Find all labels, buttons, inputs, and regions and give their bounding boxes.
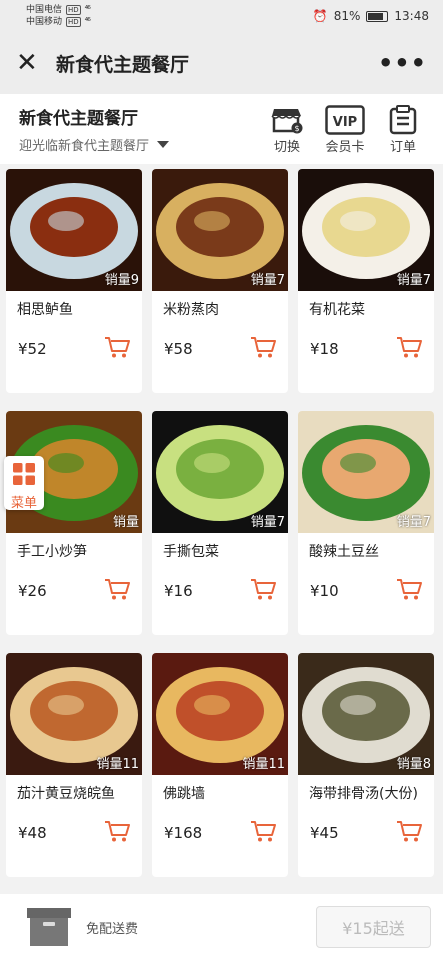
- dish-name: 米粉蒸肉: [163, 302, 219, 318]
- switch-label: 切换: [273, 139, 300, 155]
- dish-price: ¥52: [18, 340, 47, 358]
- dish-name: 手工小炒笋: [17, 544, 87, 560]
- dish-card-8[interactable]: 销量11 佛跳墙 ¥168: [152, 653, 288, 877]
- delivery-box-icon: [27, 908, 71, 946]
- dish-card-7[interactable]: 销量11 茄汁黄豆烧皖鱼 ¥48: [6, 653, 142, 877]
- sales-count: 销量7: [250, 515, 285, 530]
- add-to-cart-icon[interactable]: [396, 819, 424, 847]
- dish-price: ¥26: [18, 582, 47, 600]
- battery-percent: 81%: [333, 9, 361, 23]
- dish-photo: 销量11: [6, 653, 142, 775]
- orders-button[interactable]: 订单: [377, 104, 429, 155]
- dish-price: ¥48: [18, 824, 47, 842]
- add-to-cart-icon[interactable]: [250, 335, 278, 363]
- add-to-cart-icon[interactable]: [104, 335, 132, 363]
- sales-count: 销量8: [396, 757, 431, 772]
- dish-name: 佛跳墙: [163, 786, 205, 802]
- dish-photo: 销量7: [152, 169, 288, 291]
- sales-count: 销量11: [96, 757, 139, 772]
- sales-count: 销量7: [396, 273, 431, 288]
- vip-icon: VIP: [319, 104, 371, 136]
- shop-name: 新食代主题餐厅: [19, 109, 138, 129]
- dish-name: 酸辣土豆丝: [309, 544, 379, 560]
- sales-count: 销量11: [242, 757, 285, 772]
- floating-menu-button[interactable]: 菜单: [4, 456, 44, 511]
- nav-bar: ✕ 新食代主题餐厅 •••: [0, 32, 443, 94]
- orders-label: 订单: [389, 139, 416, 155]
- hd-badge: HD: [66, 17, 81, 27]
- close-icon[interactable]: ✕: [16, 48, 42, 78]
- vip-label: 会员卡: [325, 139, 365, 155]
- dish-name: 海带排骨汤(大份): [309, 786, 418, 802]
- sales-count: 销量7: [396, 515, 431, 530]
- vip-badge-text: VIP: [333, 115, 357, 130]
- dish-card-9[interactable]: 销量8 海带排骨汤(大份) ¥45: [298, 653, 434, 877]
- dish-card-2[interactable]: 销量7 米粉蒸肉 ¥58: [152, 169, 288, 393]
- shop-header: 新食代主题餐厅 迎光临新食代主题餐厅 $ 切换 VIP 会员卡 订单: [0, 94, 443, 164]
- add-to-cart-icon[interactable]: [104, 819, 132, 847]
- add-to-cart-icon[interactable]: [396, 577, 424, 605]
- svg-text:$: $: [294, 124, 299, 133]
- page-title: 新食代主题餐厅: [56, 53, 190, 76]
- carrier-1: 中国电信: [26, 5, 63, 15]
- dish-photo: 销量9: [6, 169, 142, 291]
- minimum-order-button[interactable]: ¥15起送: [316, 906, 431, 948]
- dish-price: ¥168: [164, 824, 203, 842]
- sales-count: 销量7: [250, 273, 285, 288]
- dish-price: ¥18: [310, 340, 339, 358]
- dish-name: 手撕包菜: [163, 544, 219, 560]
- dish-photo: 销量7: [152, 411, 288, 533]
- signal-icon: ⁴⁶: [84, 17, 91, 27]
- shop-selector[interactable]: 迎光临新食代主题餐厅: [19, 135, 255, 154]
- dish-photo: 销量7: [298, 169, 434, 291]
- dish-name: 茄汁黄豆烧皖鱼: [17, 786, 115, 802]
- shop-info: 新食代主题餐厅 迎光临新食代主题餐厅: [19, 104, 255, 154]
- carrier-info: 中国电信 HD ⁴⁶ 中国移动 HD ⁴⁶: [26, 4, 91, 28]
- alarm-icon: ⏰: [312, 9, 328, 23]
- order-list-icon: [377, 104, 429, 136]
- dish-photo: 销量8: [298, 653, 434, 775]
- sales-count: 销量9: [104, 273, 139, 288]
- battery-icon: [366, 10, 389, 22]
- signal-icon: ⁴⁶: [84, 5, 91, 15]
- dish-card-3[interactable]: 销量7 有机花菜 ¥18: [298, 169, 434, 393]
- clock: 13:48: [394, 9, 429, 23]
- dish-price: ¥58: [164, 340, 193, 358]
- grid-menu-icon: [13, 463, 35, 485]
- carrier-2: 中国移动: [26, 17, 63, 27]
- add-to-cart-icon[interactable]: [250, 819, 278, 847]
- more-options-icon[interactable]: •••: [378, 49, 427, 77]
- dish-price: ¥16: [164, 582, 193, 600]
- dish-photo: 销量11: [152, 653, 288, 775]
- vip-card-button[interactable]: VIP 会员卡: [319, 104, 371, 155]
- dish-name: 有机花菜: [309, 302, 365, 318]
- chevron-down-icon: [157, 141, 170, 148]
- dish-card-5[interactable]: 销量7 手撕包菜 ¥16: [152, 411, 288, 635]
- bottom-bar: 免配送费 ¥15起送: [0, 894, 443, 960]
- add-to-cart-icon[interactable]: [396, 335, 424, 363]
- free-delivery-text: 免配送费: [86, 921, 139, 937]
- add-to-cart-icon[interactable]: [250, 577, 278, 605]
- dish-photo: 销量7: [298, 411, 434, 533]
- dish-card-1[interactable]: 销量9 相思鲈鱼 ¥52: [6, 169, 142, 393]
- store-icon: $: [261, 104, 313, 136]
- dish-price: ¥45: [310, 824, 339, 842]
- dish-card-6[interactable]: 销量7 酸辣土豆丝 ¥10: [298, 411, 434, 635]
- hd-badge: HD: [66, 5, 81, 15]
- switch-button[interactable]: $ 切换: [261, 104, 313, 155]
- dish-grid: 销量9 相思鲈鱼 ¥52 销量7 米粉蒸肉 ¥58 销量7 有机花菜 ¥18 销…: [0, 164, 443, 877]
- sales-count: 销量: [112, 515, 139, 530]
- add-to-cart-icon[interactable]: [104, 577, 132, 605]
- float-menu-label: 菜单: [10, 496, 37, 511]
- dish-card-4[interactable]: 销量 手工小炒笋 ¥26: [6, 411, 142, 635]
- dish-price: ¥10: [310, 582, 339, 600]
- battery-fill: [368, 12, 383, 20]
- shop-welcome: 迎光临新食代主题餐厅: [19, 139, 150, 154]
- status-bar: 中国电信 HD ⁴⁶ 中国移动 HD ⁴⁶ ⏰ 81% 13:48: [0, 0, 443, 32]
- dish-name: 相思鲈鱼: [17, 302, 73, 318]
